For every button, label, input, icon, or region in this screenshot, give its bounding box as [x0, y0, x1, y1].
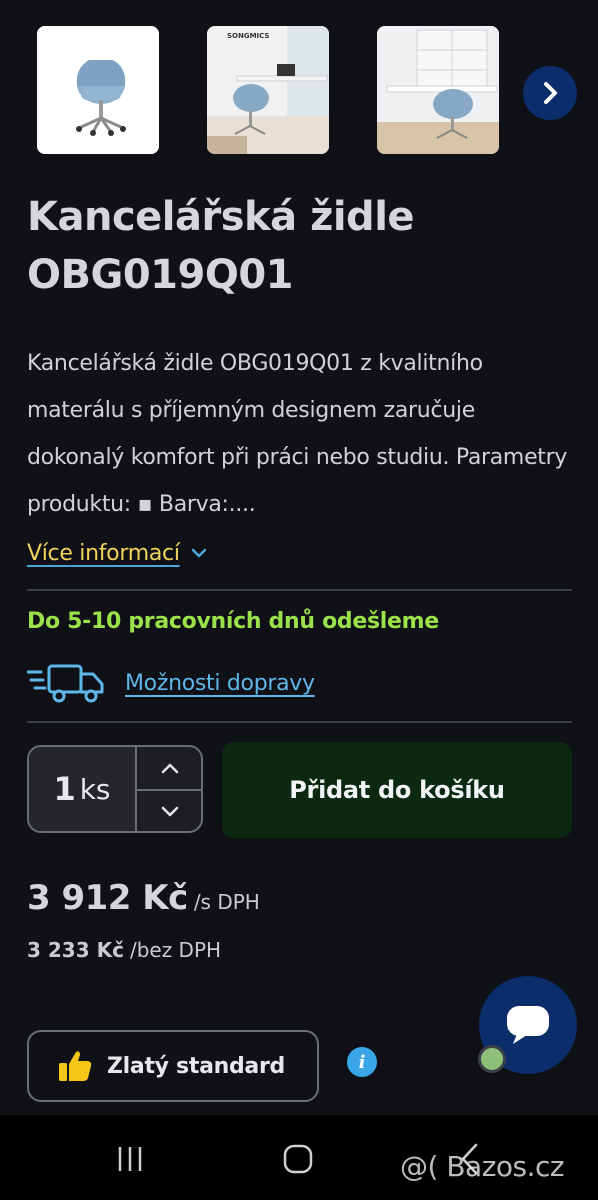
chair-image: [37, 26, 159, 154]
chevron-down-icon: [191, 548, 206, 558]
chair-shelf-image: [377, 26, 499, 154]
recent-apps-button[interactable]: [110, 1139, 150, 1179]
price-label: /s DPH: [193, 890, 260, 914]
product-gallery: SONGMICS: [37, 26, 577, 154]
gallery-next-button[interactable]: [523, 66, 577, 120]
more-info-label: Více informací: [27, 540, 180, 566]
delivery-truck-icon: [27, 664, 104, 703]
gallery-thumb-1[interactable]: [37, 26, 159, 154]
price-value: 3 912 Kč: [27, 878, 188, 918]
watermark: @( Bazos.cz: [400, 1150, 565, 1183]
divider: [27, 589, 572, 591]
price-sub-value: 3 233 Kč: [27, 938, 124, 962]
recent-apps-icon: [118, 1147, 142, 1171]
home-icon: [283, 1144, 313, 1174]
quantity-increase-button[interactable]: [137, 747, 201, 789]
quantity-unit: ks: [79, 772, 111, 806]
product-title: Kancelářská židle OBG019Q01: [27, 188, 567, 304]
quantity-decrease-button[interactable]: [137, 791, 201, 831]
gold-standard-label: Zlatý standard: [107, 1053, 285, 1079]
chevron-down-icon: [161, 806, 179, 817]
online-status-dot: [478, 1045, 506, 1073]
product-description: Kancelářská židle OBG019Q01 z kvalitního…: [27, 351, 568, 517]
quantity-value: 1: [53, 770, 76, 808]
product-title-line1: Kancelářská židle: [27, 194, 415, 240]
gallery-thumb-3[interactable]: [377, 26, 499, 154]
info-icon[interactable]: i: [347, 1047, 377, 1077]
chair-room-image: [207, 26, 329, 154]
add-to-cart-button[interactable]: Přidat do košíku: [222, 742, 572, 838]
quantity-field[interactable]: 1 ks: [29, 747, 135, 831]
thumbs-up-icon: [59, 1051, 92, 1081]
brand-label: SONGMICS: [227, 32, 270, 40]
product-title-line2: OBG019Q01: [27, 252, 294, 298]
chevron-up-icon: [161, 763, 179, 774]
chat-bubble-icon: [507, 1006, 549, 1044]
quantity-stepper: 1 ks: [27, 745, 203, 833]
transport-row: Možnosti dopravy: [27, 660, 315, 706]
chevron-right-icon: [544, 82, 557, 104]
price-with-vat: 3 912 Kč /s DPH: [27, 878, 260, 918]
gallery-thumb-2[interactable]: SONGMICS: [207, 26, 329, 154]
price-sub-label: /bez DPH: [129, 938, 222, 962]
divider: [27, 721, 572, 723]
transport-options-link[interactable]: Možnosti dopravy: [125, 671, 315, 696]
gold-standard-button[interactable]: Zlatý standard: [27, 1030, 319, 1102]
home-button[interactable]: [278, 1139, 318, 1179]
product-page: SONGMICS Kancelářská židle OBG019Q01 Kan…: [0, 0, 598, 1200]
more-info-link[interactable]: Více informací: [27, 535, 208, 571]
shipping-note: Do 5-10 pracovních dnů odešleme: [27, 609, 439, 634]
price-without-vat: 3 233 Kč /bez DPH: [27, 938, 221, 962]
